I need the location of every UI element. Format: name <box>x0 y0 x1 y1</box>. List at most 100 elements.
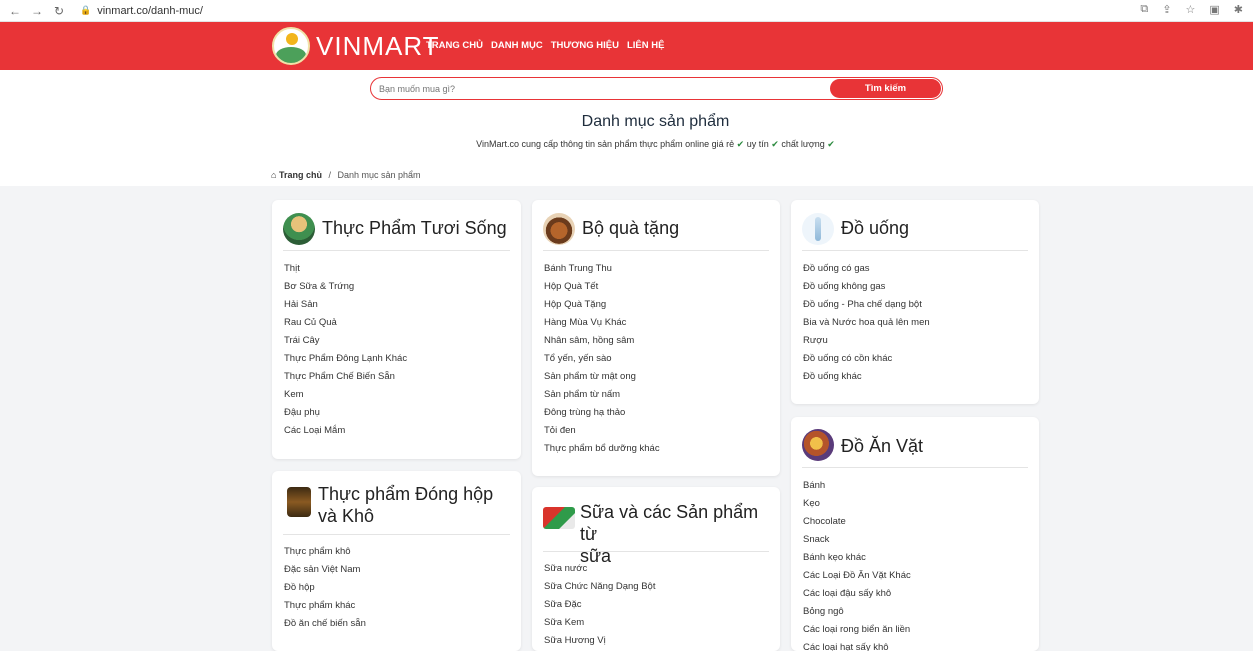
list-item[interactable]: Đồ uống có cồn khác <box>803 350 930 368</box>
category-items: Thịt Bơ Sữa & Trứng Hải Sản Rau Củ Quả T… <box>284 260 407 440</box>
milk-product-icon <box>543 507 575 529</box>
list-item[interactable]: Đông trùng hạ thảo <box>544 404 660 422</box>
list-item[interactable]: Tỏi đen <box>544 422 660 440</box>
category-card-snacks: Đồ Ăn Vặt Bánh Kẹo Chocolate Snack Bánh … <box>791 417 1039 651</box>
install-icon[interactable]: ⧉ <box>1140 3 1148 16</box>
list-item[interactable]: Đồ uống khác <box>803 368 930 386</box>
list-item[interactable]: Đồ ăn chế biến sẵn <box>284 615 366 633</box>
list-item[interactable]: Nhân sâm, hồng sâm <box>544 332 660 350</box>
main-nav: TRANG CHỦ DANH MỤC THƯƠNG HIỆU LIÊN HỆ <box>426 40 664 51</box>
extensions-icon[interactable]: ✱ <box>1234 3 1243 16</box>
category-title[interactable]: Thực Phẩm Tươi Sống <box>322 217 507 239</box>
nav-item-categories[interactable]: DANH MỤC <box>491 40 543 51</box>
list-item[interactable]: Các Loại Đồ Ăn Vặt Khác <box>803 567 911 585</box>
list-item[interactable]: Hải Sản <box>284 296 407 314</box>
page-subtitle: VinMart.co cung cấp thông tin sản phẩm t… <box>476 139 835 149</box>
list-item[interactable]: Đồ uống có gas <box>803 260 930 278</box>
page-title: Danh mục sản phẩm <box>581 113 730 130</box>
list-item[interactable]: Bánh Trung Thu <box>544 260 660 278</box>
browser-toolbar: ← → ↻ 🔒 vinmart.co/danh-muc/ ⧉ ⇪ ☆ ▣ ✱ <box>0 0 1253 22</box>
check-icon: ✔ <box>736 139 745 149</box>
list-item[interactable]: Kem <box>284 386 407 404</box>
list-item[interactable]: Bơ Sữa & Trứng <box>284 278 407 296</box>
category-title[interactable]: Đồ Ăn Vặt <box>841 435 923 457</box>
category-title[interactable]: Thực phẩm Đóng hộp và Khô <box>318 483 493 527</box>
fresh-food-icon <box>283 213 315 245</box>
list-item[interactable]: Sữa nước <box>544 560 655 578</box>
category-items: Bánh Trung Thu Hộp Quà Tết Hộp Quà Tặng … <box>544 260 660 458</box>
list-item[interactable]: Sữa Hương Vị <box>544 632 655 650</box>
list-item[interactable]: Sản phẩm từ nấm <box>544 386 660 404</box>
category-card-drinks: Đồ uống Đồ uống có gas Đồ uống không gas… <box>791 200 1039 404</box>
nav-item-contact[interactable]: LIÊN HỆ <box>627 40 664 51</box>
list-item[interactable]: Thực phẩm khô <box>284 543 366 561</box>
nav-item-home[interactable]: TRANG CHỦ <box>426 40 483 51</box>
search-bar: Tìm kiếm <box>370 77 943 100</box>
list-item[interactable]: Sản phẩm từ mật ong <box>544 368 660 386</box>
list-item[interactable]: Đồ uống không gas <box>803 278 930 296</box>
drink-bottle-icon <box>802 213 834 245</box>
list-item[interactable]: Hộp Quà Tết <box>544 278 660 296</box>
list-item[interactable]: Thực phẩm bổ dưỡng khác <box>544 440 660 458</box>
list-item[interactable]: Thực phẩm khác <box>284 597 366 615</box>
list-item[interactable]: Snack <box>803 531 911 549</box>
check-icon: ✔ <box>771 139 779 149</box>
list-item[interactable]: Đặc sản Việt Nam <box>284 561 366 579</box>
search-input[interactable] <box>379 81 819 97</box>
translate-icon[interactable]: ▣ <box>1209 3 1219 16</box>
list-item[interactable]: Đồ hộp <box>284 579 366 597</box>
gift-set-icon <box>543 213 575 245</box>
list-item[interactable]: Thực Phẩm Đông Lạnh Khác <box>284 350 407 368</box>
category-title[interactable]: Bộ quà tặng <box>582 217 679 239</box>
list-item[interactable]: Chocolate <box>803 513 911 531</box>
list-item[interactable]: Sữa Đặc <box>544 596 655 614</box>
category-card-dairy: Sữa và các Sản phẩm từ sữa Sữa nước Sữa … <box>532 487 780 651</box>
brand-name[interactable]: VINMART <box>316 31 440 62</box>
list-item[interactable]: Sữa Chức Năng Dạng Bột <box>544 578 655 596</box>
canned-food-icon <box>287 487 311 517</box>
list-item[interactable]: Trái Cây <box>284 332 407 350</box>
reload-icon[interactable]: ↻ <box>52 4 66 18</box>
list-item[interactable]: Rau Củ Quả <box>284 314 407 332</box>
list-item[interactable]: Hàng Mùa Vụ Khác <box>544 314 660 332</box>
list-item[interactable]: Đậu phụ <box>284 404 407 422</box>
list-item[interactable]: Bỏng ngô <box>803 603 911 621</box>
forward-arrow-icon[interactable]: → <box>30 4 44 18</box>
list-item[interactable]: Hộp Quà Tặng <box>544 296 660 314</box>
share-icon[interactable]: ⇪ <box>1162 3 1171 16</box>
category-title[interactable]: Đồ uống <box>841 217 909 239</box>
back-arrow-icon[interactable]: ← <box>8 4 22 18</box>
list-item[interactable]: Bánh <box>803 477 911 495</box>
list-item[interactable]: Bia và Nước hoa quả lên men <box>803 314 930 332</box>
category-title[interactable]: Sữa và các Sản phẩm từ sữa <box>580 501 769 567</box>
nav-item-brands[interactable]: THƯƠNG HIỆU <box>551 40 619 51</box>
home-icon: ⌂ <box>271 170 277 180</box>
category-items: Thực phẩm khô Đặc sản Việt Nam Đồ hộp Th… <box>284 543 366 633</box>
category-items: Sữa nước Sữa Chức Năng Dạng Bột Sữa Đặc … <box>544 560 655 650</box>
star-icon[interactable]: ☆ <box>1186 3 1196 16</box>
list-item[interactable]: Thịt <box>284 260 407 278</box>
check-icon: ✔ <box>827 139 835 149</box>
search-button[interactable]: Tìm kiếm <box>830 79 941 98</box>
list-item[interactable]: Các loại rong biển ăn liền <box>803 621 911 639</box>
vinmart-logo-icon[interactable] <box>272 27 310 65</box>
list-item[interactable]: Thực Phẩm Chế Biến Sẵn <box>284 368 407 386</box>
list-item[interactable]: Tổ yến, yến sào <box>544 350 660 368</box>
snack-icon <box>802 429 834 461</box>
address-bar[interactable]: vinmart.co/danh-muc/ <box>97 5 203 17</box>
list-item[interactable]: Bánh kẹo khác <box>803 549 911 567</box>
list-item[interactable]: Rượu <box>803 332 930 350</box>
list-item[interactable]: Các loại đậu sấy khô <box>803 585 911 603</box>
site-header: VINMART TRANG CHỦ DANH MỤC THƯƠNG HIỆU L… <box>0 22 1253 70</box>
list-item[interactable]: Các loại hạt sấy khô <box>803 639 911 651</box>
category-card-gift-set: Bộ quà tặng Bánh Trung Thu Hộp Quà Tết H… <box>532 200 780 476</box>
breadcrumb: ⌂ Trang chủ / Danh mục sản phẩm <box>271 170 421 180</box>
category-items: Đồ uống có gas Đồ uống không gas Đồ uống… <box>803 260 930 386</box>
breadcrumb-home[interactable]: ⌂ Trang chủ <box>271 170 322 180</box>
category-items: Bánh Kẹo Chocolate Snack Bánh kẹo khác C… <box>803 477 911 651</box>
list-item[interactable]: Kẹo <box>803 495 911 513</box>
category-card-canned-dry: Thực phẩm Đóng hộp và Khô Thực phẩm khô … <box>272 471 521 651</box>
list-item[interactable]: Các Loại Mắm <box>284 422 407 440</box>
list-item[interactable]: Đồ uống - Pha chế dạng bột <box>803 296 930 314</box>
list-item[interactable]: Sữa Kem <box>544 614 655 632</box>
